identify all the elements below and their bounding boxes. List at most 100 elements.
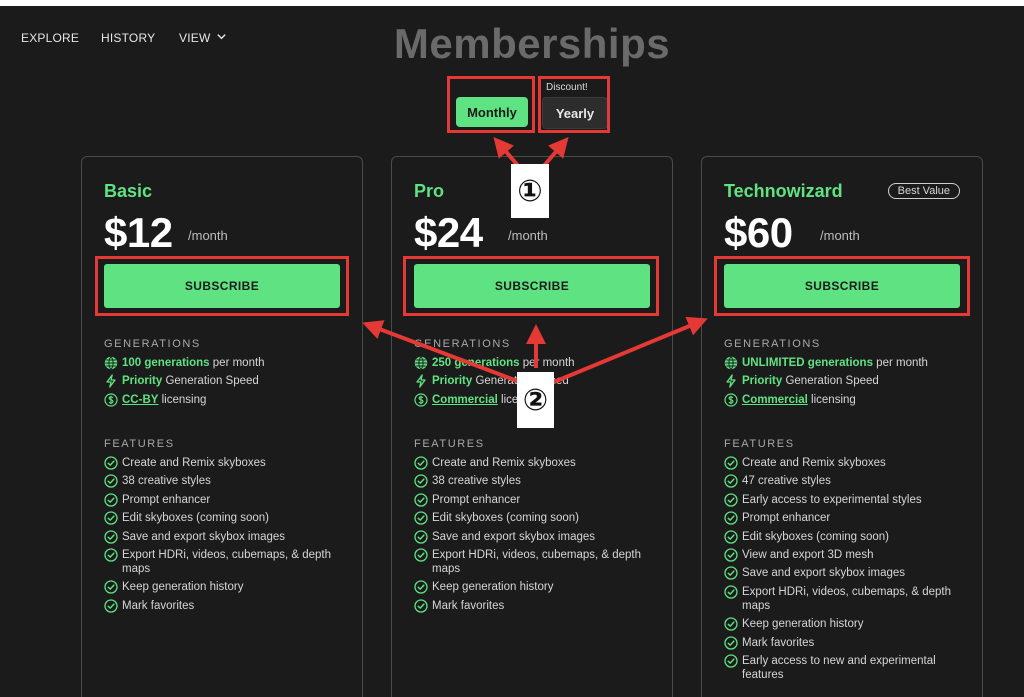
check-circle-icon (104, 511, 118, 525)
plan-price: $24 (414, 209, 483, 256)
feature-label: View and export 3D mesh (742, 548, 874, 561)
feature-item: Keep generation history (104, 580, 354, 594)
generation-count-row-highlight: UNLIMITED generations (742, 357, 873, 369)
licensing-row: CC-BY licensing (104, 393, 354, 407)
feature-label: Keep generation history (742, 618, 864, 631)
check-circle-icon (414, 548, 428, 562)
feature-item: Early access to experimental styles (724, 493, 974, 507)
plan-card-technowizard: Technowizard Best Value $60 /month SUBSC… (701, 156, 983, 697)
check-circle-icon (724, 654, 738, 668)
check-circle-icon (724, 493, 738, 507)
feature-label: Keep generation history (432, 581, 554, 594)
price-period: /month (820, 228, 860, 243)
features-heading: FEATURES (414, 438, 485, 450)
check-circle-icon (104, 529, 118, 544)
generation-count-row: 250 generations per month (414, 356, 664, 370)
license-link[interactable]: Commercial (432, 394, 498, 406)
features-heading: FEATURES (104, 438, 175, 450)
generation-count-row-detail: per month (872, 357, 928, 369)
check-circle-icon (414, 493, 428, 507)
feature-item: Early access to new and experimental fea… (724, 654, 974, 682)
check-circle-icon (414, 599, 428, 613)
check-circle-icon (724, 474, 738, 489)
feature-label: Create and Remix skyboxes (742, 457, 886, 469)
feature-item: Save and export skybox images (414, 529, 664, 544)
check-circle-icon (414, 474, 428, 489)
feature-item: Prompt enhancer (104, 493, 354, 507)
check-circle-icon (724, 566, 738, 580)
generations-list: UNLIMITED generations per month Priority … (724, 356, 974, 411)
feature-item: Keep generation history (724, 617, 974, 631)
feature-label: Export HDRi, videos, cubemaps, & depth m… (432, 548, 642, 575)
check-circle-icon (724, 585, 738, 599)
check-circle-icon (104, 456, 118, 470)
feature-label: Early access to new and experimental fea… (742, 654, 936, 681)
license-link[interactable]: CC-BY (122, 394, 158, 406)
check-circle-icon (724, 617, 738, 631)
plan-card-basic: Basic $12 /month SUBSCRIBE GENERATIONS 1… (81, 156, 363, 697)
feature-label: Early access to experimental styles (742, 493, 922, 506)
generation-count-row: UNLIMITED generations per month (724, 356, 974, 370)
generation-speed-row: Priority Generation Speed (104, 374, 354, 389)
annotation-marker-2: ② (517, 372, 554, 428)
feature-item: Export HDRi, videos, cubemaps, & depth m… (414, 548, 664, 576)
feature-label: Prompt enhancer (742, 512, 831, 525)
check-circle-icon (724, 635, 738, 650)
check-circle-icon (104, 493, 118, 507)
annotation-box-subscribe-pro (403, 256, 659, 316)
feature-label: Export HDRi, videos, cubemaps, & depth m… (742, 585, 952, 612)
feature-item: Save and export skybox images (104, 529, 354, 544)
generation-count-row: 100 generations per month (104, 356, 354, 370)
feature-item: Edit skyboxes (coming soon) (724, 529, 974, 544)
check-circle-icon (724, 456, 738, 470)
generation-speed-row-text: Priority Generation Speed (122, 374, 259, 388)
generations-list: 100 generations per month Priority Genera… (104, 356, 354, 411)
features-list: Create and Remix skyboxes 47 creative sty… (724, 456, 974, 686)
check-circle-icon (724, 511, 738, 525)
plan-name: Technowizard (724, 181, 843, 201)
generation-speed-row-text: Priority Generation Speed (742, 374, 879, 388)
feature-label: Export HDRi, videos, cubemaps, & depth m… (122, 548, 332, 575)
generation-speed-row-detail: Generation Speed (782, 375, 879, 388)
feature-item: Create and Remix skyboxes (104, 456, 354, 470)
feature-label: Save and export skybox images (432, 530, 596, 543)
feature-label: Edit skyboxes (coming soon) (742, 530, 890, 543)
check-circle-icon (104, 580, 118, 594)
generation-count-row-highlight: 250 generations (432, 357, 520, 369)
feature-item: Create and Remix skyboxes (724, 456, 974, 470)
licensing-row-text: CC-BY licensing (122, 393, 206, 407)
generation-speed-row: Priority Generation Speed (724, 374, 974, 389)
check-circle-icon (414, 511, 428, 525)
check-circle-icon (724, 548, 738, 562)
licensing-row-text: Commercial licensing (742, 393, 856, 407)
check-circle-icon (104, 599, 118, 613)
feature-item: Prompt enhancer (724, 511, 974, 525)
generation-speed-row-highlight: Priority (432, 375, 473, 388)
check-circle-icon (414, 529, 428, 544)
check-circle-icon (724, 529, 738, 544)
feature-item: View and export 3D mesh (724, 548, 974, 562)
bolt-icon (414, 374, 428, 389)
features-list: Create and Remix skyboxes 38 creative sty… (104, 456, 354, 617)
feature-label: Mark favorites (122, 599, 195, 612)
check-circle-icon (414, 580, 428, 594)
globe-icon (414, 356, 428, 370)
feature-label: Create and Remix skyboxes (122, 457, 266, 469)
generations-heading: GENERATIONS (414, 338, 511, 350)
feature-item: Prompt enhancer (414, 493, 664, 507)
plan-name: Pro (414, 181, 445, 201)
features-list: Create and Remix skyboxes 38 creative sty… (414, 456, 664, 617)
feature-label: Mark favorites (432, 599, 505, 612)
license-link[interactable]: Commercial (742, 394, 808, 406)
feature-label: Save and export skybox images (742, 567, 906, 580)
generation-count-row-detail: per month (209, 357, 265, 369)
check-circle-icon (104, 474, 118, 489)
feature-item: Export HDRi, videos, cubemaps, & depth m… (724, 585, 974, 613)
feature-item: Mark favorites (104, 599, 354, 613)
annotation-box-monthly (447, 76, 535, 133)
feature-label: Mark favorites (742, 636, 815, 649)
annotation-box-subscribe-basic (95, 256, 349, 316)
feature-label: Edit skyboxes (coming soon) (432, 512, 580, 525)
feature-label: Prompt enhancer (432, 493, 521, 506)
generation-speed-row-detail: Generation Speed (162, 375, 259, 388)
